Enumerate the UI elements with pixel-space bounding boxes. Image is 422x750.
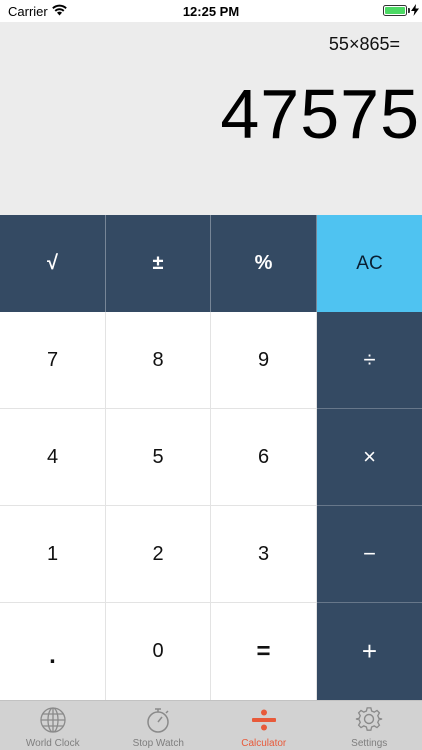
- digit-4-button[interactable]: 4: [0, 409, 106, 506]
- divide-button[interactable]: ÷: [317, 312, 422, 409]
- digit-6-button[interactable]: 6: [211, 409, 317, 506]
- digit-3-button[interactable]: 3: [211, 506, 317, 603]
- digit-5-button[interactable]: 5: [106, 409, 211, 506]
- gear-icon: [356, 707, 383, 731]
- globe-icon: [40, 707, 66, 733]
- divide-icon: [251, 709, 276, 731]
- tab-calculator[interactable]: Calculator: [211, 701, 317, 750]
- digit-8-button[interactable]: 8: [106, 312, 211, 409]
- result-text: 47575: [220, 75, 420, 153]
- status-bar: Carrier 12:25 PM: [0, 0, 422, 22]
- charging-bolt-icon: [411, 4, 419, 16]
- battery-tip: [408, 8, 410, 13]
- status-time: 12:25 PM: [182, 4, 240, 19]
- multiply-button[interactable]: ×: [317, 409, 422, 506]
- tab-label: Calculator: [241, 738, 287, 749]
- battery-icon: [383, 5, 407, 16]
- stopwatch-icon: [147, 708, 169, 733]
- minus-button[interactable]: −: [317, 506, 422, 603]
- digit-2-button[interactable]: 2: [106, 506, 211, 603]
- tab-label: Stop Watch: [132, 738, 184, 749]
- sqrt-button[interactable]: √: [0, 215, 106, 312]
- tab-label: World Clock: [25, 738, 80, 749]
- tab-settings[interactable]: Settings: [317, 701, 422, 750]
- keypad: √ ± % AC 7 8 9 ÷ 4 5 6 × 1 2 3 − . 0 = +: [0, 215, 422, 700]
- tab-label: Settings: [351, 738, 388, 749]
- expression-text: 55×865=: [328, 34, 400, 54]
- plus-minus-button[interactable]: ±: [106, 215, 211, 312]
- tab-bar: World Clock Stop Watch Calculator Settin…: [0, 700, 422, 750]
- digit-1-button[interactable]: 1: [0, 506, 106, 603]
- tab-stop-watch[interactable]: Stop Watch: [106, 701, 212, 750]
- plus-button[interactable]: +: [317, 603, 422, 700]
- digit-9-button[interactable]: 9: [211, 312, 317, 409]
- tab-world-clock[interactable]: World Clock: [0, 701, 106, 750]
- digit-0-button[interactable]: 0: [106, 603, 211, 700]
- clear-button[interactable]: AC: [317, 215, 422, 312]
- percent-button[interactable]: %: [211, 215, 317, 312]
- digit-7-button[interactable]: 7: [0, 312, 106, 409]
- decimal-point-button[interactable]: .: [0, 603, 106, 700]
- calculator-display: 55×865= 47575: [0, 22, 422, 215]
- equals-button[interactable]: =: [211, 603, 317, 700]
